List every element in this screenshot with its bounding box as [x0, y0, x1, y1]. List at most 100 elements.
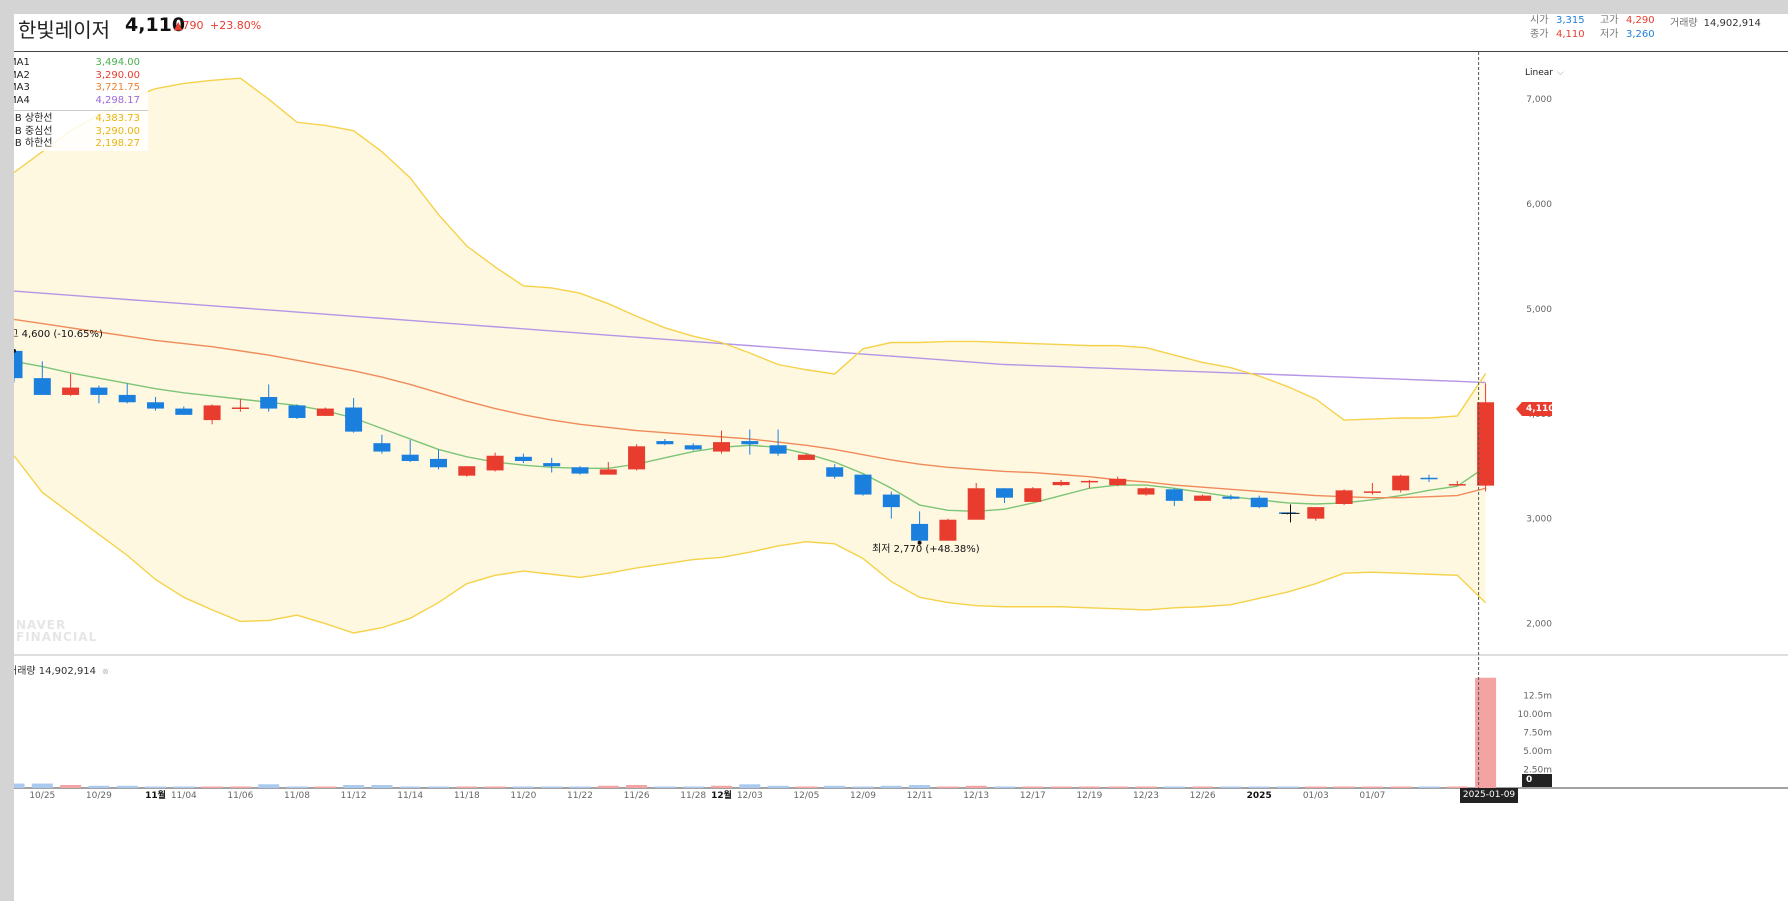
volume-bar: [1192, 786, 1214, 788]
legend-row-bb-lower: BB 하한선 2,198.27: [14, 138, 148, 151]
candle-body: [543, 463, 561, 467]
y-tick-label: 6,000: [1526, 200, 1552, 210]
volume-bar: [484, 786, 506, 788]
scale-label: Linear: [1525, 68, 1553, 78]
candle-body: [826, 467, 844, 477]
volume-bar: [14, 783, 25, 788]
volume-bar: [1305, 786, 1327, 788]
change-rate: +23.80%: [210, 19, 262, 32]
x-tick-label: 01/07: [1359, 791, 1385, 801]
x-tick-label: 12/05: [793, 791, 819, 801]
x-tick-label: 11/12: [341, 791, 367, 801]
candle-body: [147, 402, 164, 409]
header-volume: 거래량 14,902,914: [1670, 14, 1761, 29]
legend-value: 3,290.00: [95, 125, 140, 137]
candle-body: [288, 405, 306, 418]
high-label: 고가: [1600, 15, 1619, 26]
volume-bar: [201, 786, 223, 788]
legend-name: BB 중심선: [14, 125, 53, 137]
watermark-line2: FINANCIAL: [16, 630, 98, 644]
candle-body: [599, 469, 617, 475]
candle-body: [118, 394, 136, 403]
volume-bar: [1390, 786, 1412, 788]
volume-bar: [682, 786, 704, 788]
legend-name: MA1: [14, 57, 30, 68]
candle-body: [514, 456, 532, 461]
candle-body: [1024, 488, 1042, 502]
volume-bar: [314, 786, 336, 788]
volume-tick-label: 12.5m: [1523, 692, 1552, 702]
stock-header: 한빛레이저 4,110 ▲790 +23.80% 시가 3,315 종가 4,110…: [14, 14, 1788, 52]
candle-body: [967, 488, 985, 520]
volume-tick-label: 7.50m: [1523, 729, 1552, 739]
legend-row-bb-middle: BB 중심선 3,290.00: [14, 126, 148, 139]
volume-bar: [767, 785, 789, 788]
volume-bar: [343, 785, 365, 788]
volume-legend-label: 거래량 14,902,914: [14, 666, 97, 677]
volume-bar: [739, 784, 761, 788]
volume-bar: [1022, 786, 1044, 788]
volume-bar: [1277, 786, 1298, 788]
candle-body: [1392, 475, 1410, 491]
candle-body: [316, 408, 334, 416]
candle-body: [1194, 495, 1212, 501]
ohlc-high-low: 고가 4,290 저가 3,260: [1600, 14, 1655, 42]
candle-body: [90, 387, 108, 395]
volume-bar: [795, 786, 817, 788]
volume-bar: [1163, 786, 1185, 788]
candle-body: [882, 494, 900, 508]
legend-value: 4,383.73: [95, 113, 140, 124]
candle-body: [1109, 478, 1127, 486]
candle-body: [175, 408, 193, 415]
volume-bar: [145, 786, 166, 788]
chart-window: 한빛레이저 4,110 ▲790 +23.80% 시가 3,315 종가 4,110…: [14, 14, 1788, 901]
x-tick-label: 12/23: [1133, 791, 1159, 801]
legend-value: 3,721.75: [95, 82, 140, 93]
volume-bar: [229, 786, 251, 788]
candle-body: [345, 407, 363, 432]
legend-name: MA4: [14, 94, 30, 106]
low-annotation: 최저 2,770 (+48.38%): [872, 544, 980, 555]
cursor-date-tag: 2025-01-09: [1460, 788, 1518, 803]
candle-body: [231, 407, 249, 410]
y-tick-label: 7,000: [1526, 95, 1552, 105]
x-tick-label: 11/20: [510, 791, 536, 801]
volume-bar: [937, 786, 959, 788]
volume-bar: [1135, 786, 1157, 788]
volume-bar: [824, 785, 846, 788]
y-tick-label: 2,000: [1526, 620, 1552, 630]
current-price-tag: 4,110: [1516, 402, 1554, 416]
volume-bar: [173, 786, 195, 788]
stock-name: 한빛레이저: [18, 18, 110, 42]
x-tick-label: 12월: [711, 789, 732, 801]
legend-value: 2,198.27: [95, 138, 140, 149]
scale-selector[interactable]: Linear ⌵: [1525, 68, 1564, 78]
volume-bar: [399, 786, 421, 788]
low-label: 저가: [1600, 29, 1619, 40]
candle-body: [1335, 490, 1353, 504]
legend-divider: [14, 110, 148, 111]
volume-bar: [88, 785, 110, 788]
volume-bar: [541, 786, 563, 788]
indicator-legend: MA1 3,494.00 MA2 3,290.00 MA3 3,721.75 MA4 4…: [14, 54, 148, 151]
candle-body: [458, 466, 476, 476]
low-value: 3,260: [1626, 29, 1655, 40]
volume-tick-label: 5.00m: [1523, 747, 1552, 757]
volume-bar: [711, 785, 732, 788]
volume-bar: [1107, 786, 1129, 788]
candle-body: [1307, 507, 1325, 519]
volume-bar: [852, 786, 874, 788]
legend-value: 4,298.17: [95, 94, 140, 106]
candle-body: [203, 405, 221, 421]
candle-body: [62, 387, 80, 395]
x-tick-label: 11월: [145, 789, 166, 801]
close-icon[interactable]: ⊗: [102, 667, 109, 676]
x-tick-label: 11/26: [624, 791, 650, 801]
candle-body: [1137, 488, 1155, 495]
candle-body: [430, 458, 447, 468]
volume-bar: [116, 785, 138, 788]
candle-body: [260, 397, 278, 409]
candle-body: [656, 441, 674, 445]
open-value: 3,315: [1556, 15, 1585, 26]
legend-value: 3,494.00: [95, 57, 140, 68]
